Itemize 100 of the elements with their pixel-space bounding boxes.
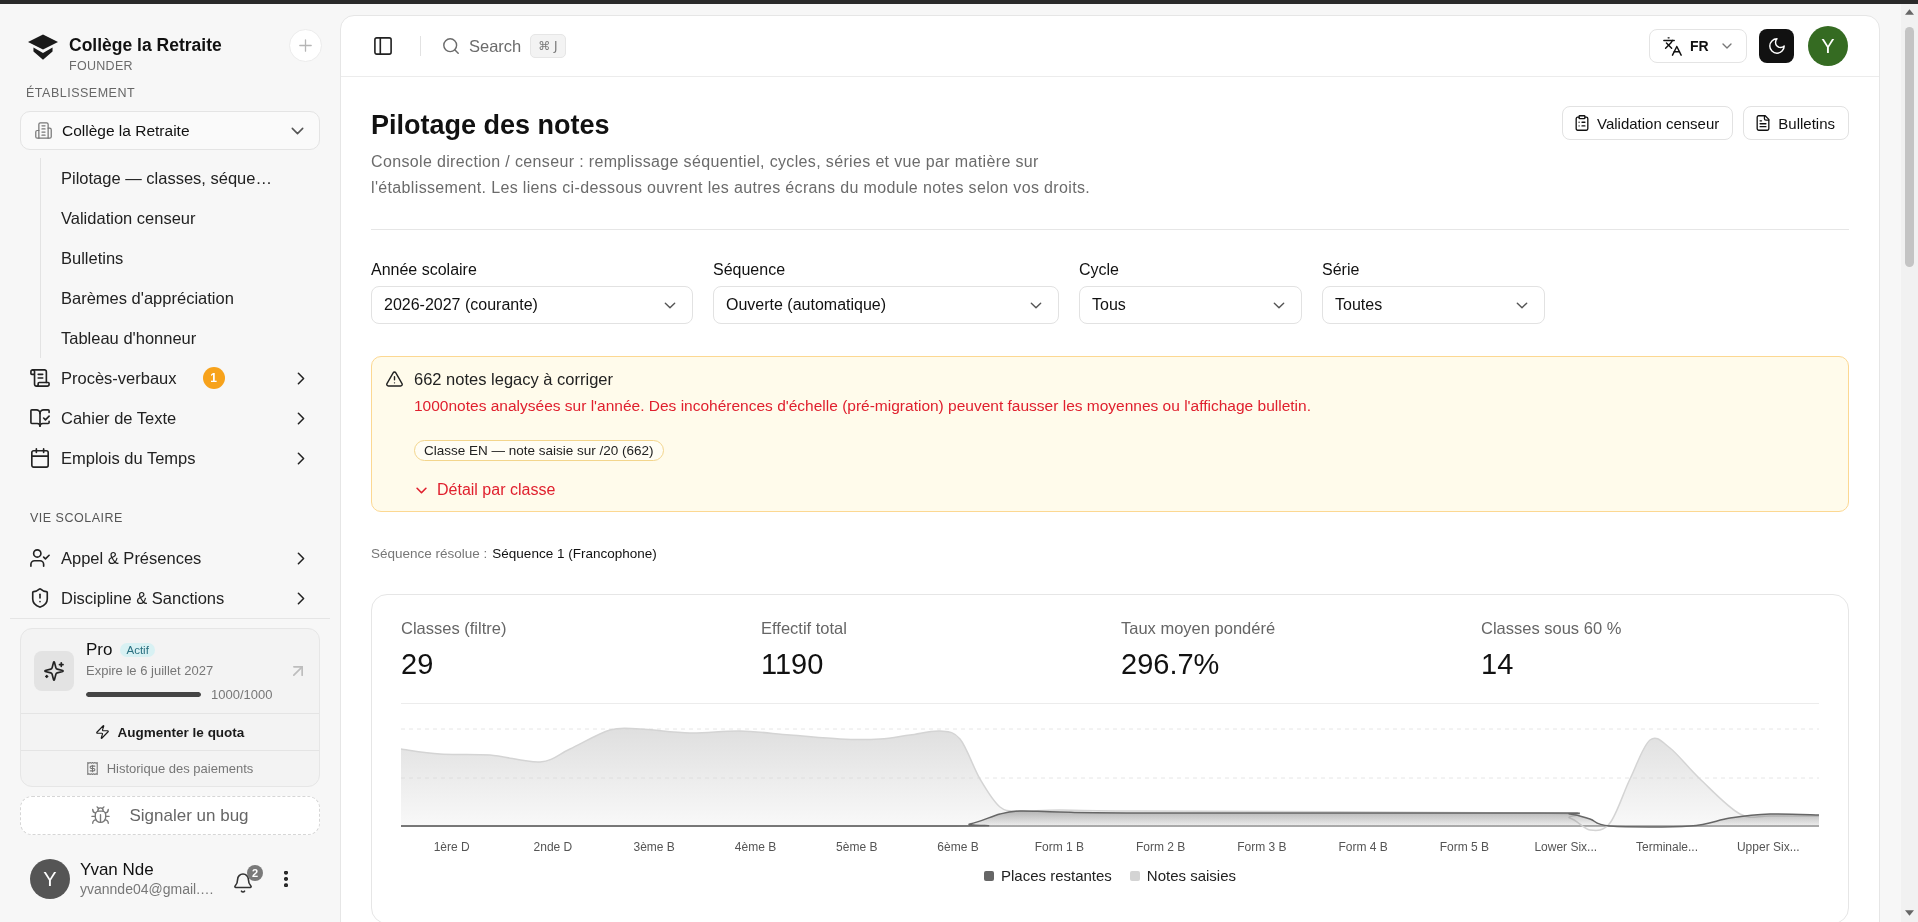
scrollbar[interactable]: [1901, 4, 1918, 922]
expiry-text: Expire le 6 juillet 2027: [86, 662, 214, 679]
school-name: Collège la Retraite: [69, 35, 222, 55]
scroll-down-icon[interactable]: [1905, 910, 1914, 916]
document-icon: [1756, 115, 1771, 131]
payment-history-link[interactable]: Historique des paiements: [21, 750, 319, 786]
shield-alert-icon: [30, 588, 50, 608]
chevron-down-icon: [1722, 43, 1732, 49]
stat-value: 1190: [761, 647, 824, 681]
theme-toggle-button[interactable]: [1759, 29, 1794, 63]
nav-link[interactable]: Pilotage — classes, séque…: [41, 158, 320, 198]
translate-icon: [1663, 36, 1682, 56]
chevron-down-icon: [1516, 301, 1528, 309]
chevron-down-icon: [664, 301, 676, 309]
search-icon: [443, 38, 459, 54]
book-check-icon: [30, 408, 50, 428]
user-avatar: Y: [30, 859, 70, 899]
nav-item[interactable]: Procès-verbaux 1: [20, 358, 320, 398]
alert-message: 1000notes analysées sur l'année. Des incohérences d'échelle (pré-migration) peuvent fausser les moyennes ou l'affichage bulletin.: [414, 396, 1311, 416]
user-role: FOUNDER: [69, 59, 133, 73]
action-button[interactable]: Validation censeur: [1562, 106, 1734, 140]
scroll-up-icon[interactable]: [1905, 9, 1914, 15]
clipboard-icon: [1575, 115, 1589, 131]
axis-label: 4ème B: [734, 840, 777, 854]
alert-title: 662 notes legacy à corriger: [414, 369, 614, 390]
moon-icon: [1768, 38, 1785, 54]
filter-select[interactable]: 2026-2027 (courante): [371, 286, 693, 324]
more-vertical-icon: [284, 871, 289, 887]
filter-select[interactable]: Toutes: [1322, 286, 1545, 324]
axis-label: Upper Six...: [1736, 840, 1800, 854]
axis-label: Form 1 B: [1034, 840, 1084, 854]
axis-label: 6ème B: [937, 840, 979, 854]
report-bug-button[interactable]: Signaler un bug: [20, 796, 320, 835]
nav-link[interactable]: Validation censeur: [41, 198, 320, 238]
upgrade-button[interactable]: Augmenter le quota: [21, 713, 319, 750]
stat-value: 29: [401, 647, 434, 681]
sidebar-toggle-button[interactable]: [374, 37, 392, 55]
nav-item[interactable]: Emplois du Temps: [20, 438, 320, 478]
filter-select[interactable]: Ouverte (automatique): [713, 286, 1059, 324]
count-badge: 1: [202, 367, 225, 389]
axis-label: Form 3 B: [1237, 840, 1287, 854]
axis-label: Lower Six...: [1534, 840, 1598, 854]
filter-label: Cycle: [1079, 260, 1119, 280]
section-label: VIE SCOLAIRE: [30, 511, 123, 525]
legend-label: Places restantes: [1000, 867, 1112, 884]
stat-label: Classes sous 60 %: [1481, 618, 1622, 638]
filter-label: Série: [1322, 260, 1360, 280]
section-label: ÉTABLISSEMENT: [26, 86, 136, 100]
search-button[interactable]: Search ⌘ J: [443, 34, 566, 58]
nav-link[interactable]: Bulletins: [41, 238, 320, 278]
nav-item[interactable]: Appel & Présences: [20, 538, 320, 578]
stat-value: 14: [1481, 647, 1514, 681]
lightning-icon: [95, 725, 109, 739]
building-icon: [35, 122, 52, 139]
axis-label: 5ème B: [836, 840, 878, 854]
more-button[interactable]: [283, 870, 290, 888]
legend-label: Notes saisies: [1146, 867, 1237, 884]
user-name: Yvan Nde: [80, 860, 154, 880]
stat-label: Effectif total: [761, 618, 847, 638]
chevron-down-icon: [291, 126, 304, 135]
sparkles-icon: [34, 651, 74, 691]
plus-icon: [299, 39, 312, 52]
nav-link[interactable]: Tableau d'honneur: [41, 318, 320, 358]
chevron-down-icon: [1030, 301, 1042, 309]
filter-label: Année scolaire: [371, 260, 477, 280]
nav-link[interactable]: Barèmes d'appréciation: [41, 278, 320, 318]
user-avatar[interactable]: Y: [1808, 26, 1848, 66]
resolved-sequence-label: Séquence résolue :: [371, 545, 488, 563]
action-button[interactable]: Bulletins: [1743, 106, 1849, 140]
notifications-button[interactable]: 2: [234, 865, 264, 893]
status-badge: Actif: [120, 642, 155, 657]
bug-icon: [91, 806, 111, 825]
stat-label: Taux moyen pondéré: [1121, 618, 1276, 638]
resolved-sequence-value: Séquence 1 (Francophone): [492, 545, 657, 563]
establishment-select[interactable]: Collège la Retraite: [20, 111, 320, 150]
quota-reading: 1000/1000: [211, 687, 273, 702]
scroll-icon: [30, 368, 50, 388]
language-button[interactable]: FR: [1649, 29, 1747, 63]
nav-item[interactable]: Discipline & Sanctions: [20, 578, 320, 618]
stat-value: 296.7%: [1121, 647, 1220, 681]
stat-label: Classes (filtre): [401, 618, 507, 638]
graduation-cap-icon: [28, 34, 58, 61]
filter-select[interactable]: Tous: [1079, 286, 1302, 324]
axis-label: 2nde D: [533, 840, 573, 854]
nav-item[interactable]: Cahier de Texte: [20, 398, 320, 438]
panel-icon: [374, 37, 392, 55]
axis-label: 1ère D: [433, 840, 470, 854]
shortcut-hint: ⌘ J: [530, 34, 566, 58]
axis-label: Terminale...: [1636, 840, 1699, 854]
chevron-down-icon: [1273, 301, 1285, 309]
axis-label: Form 5 B: [1439, 840, 1490, 854]
scrollbar-thumb[interactable]: [1905, 27, 1914, 267]
bell-icon: [234, 873, 253, 893]
warning-icon: [386, 371, 403, 387]
user-email: yvannde04@gmail.…: [80, 880, 215, 898]
receipt-icon: [86, 762, 98, 775]
calendar-icon: [30, 448, 50, 468]
details-toggle[interactable]: Détail par classe: [414, 479, 556, 501]
axis-label: 3ème B: [633, 840, 675, 854]
user-check-icon: [30, 548, 50, 568]
